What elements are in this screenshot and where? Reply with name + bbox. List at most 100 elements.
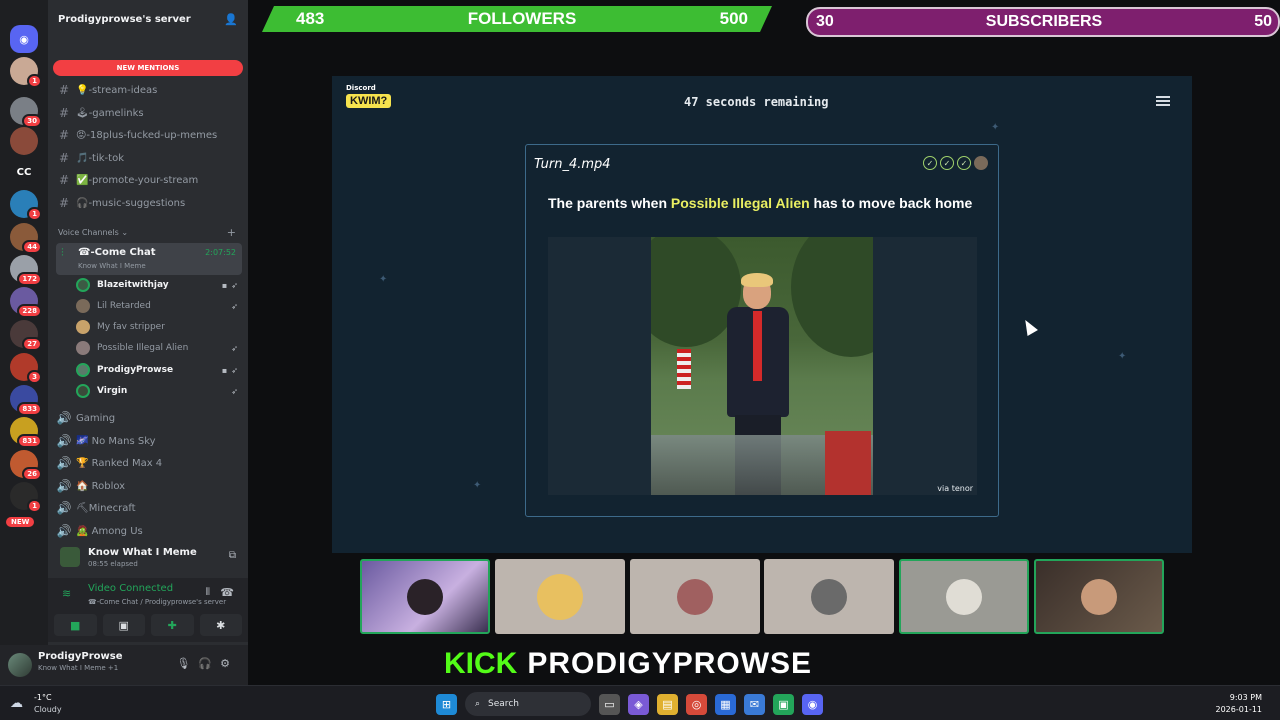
discord-icon[interactable]: ◉ bbox=[802, 693, 823, 715]
unread-badge: 26 bbox=[22, 467, 42, 481]
disconnect-icon[interactable]: ☎ bbox=[220, 586, 234, 599]
server-icon[interactable]: 172 bbox=[10, 255, 42, 286]
activity-panel[interactable]: Know What I Meme 08:55 elapsed ⧉ bbox=[48, 541, 248, 573]
voice-user[interactable]: Blazeitwithjay ▪➶ bbox=[76, 275, 242, 295]
user-controls[interactable]: 🎙🎧⚙ bbox=[176, 657, 238, 670]
participant-video[interactable] bbox=[899, 559, 1029, 634]
channel-label: 🏆 Ranked Max 4 bbox=[76, 457, 163, 469]
category-label: Voice Channels bbox=[58, 228, 119, 237]
noise-icon[interactable]: ⦀ bbox=[206, 587, 210, 598]
channel-music[interactable]: # 🎧-music-suggestions bbox=[56, 193, 242, 213]
voice-channel[interactable]: 🔊 🏠 Roblox bbox=[56, 476, 242, 496]
voice-user[interactable]: My fav stripper bbox=[76, 317, 242, 337]
server-icon[interactable]: 228 bbox=[10, 287, 42, 318]
server-icon[interactable]: 833 bbox=[10, 385, 42, 416]
server-icon[interactable]: 1 bbox=[10, 57, 42, 88]
server-icon[interactable]: 1 bbox=[10, 190, 42, 221]
camera-icon[interactable]: ■ bbox=[54, 614, 97, 636]
meme-card: Turn_4.mp4 ✓ ✓ ✓ The parents when Possib… bbox=[525, 144, 999, 517]
windows-taskbar: ☁ -1°C Cloudy ⊞ ⌕ Search ▭ ◈ ▤ ◎ ▦ ✉ ▣ ◉ … bbox=[0, 685, 1280, 720]
server-icon[interactable]: 30 bbox=[10, 97, 42, 128]
stream-icon: ➶ bbox=[231, 301, 242, 311]
mail-icon[interactable]: ✉ bbox=[744, 693, 765, 715]
hash-icon: # bbox=[58, 151, 70, 165]
copilot-icon[interactable]: ◈ bbox=[628, 693, 649, 715]
subs-goal: 50 bbox=[1254, 13, 1272, 30]
user-name[interactable]: ProdigyProwse bbox=[38, 651, 123, 662]
channel-label: ⛏Minecraft bbox=[76, 502, 136, 514]
meme-caption: The parents when Possible Illegal Alien … bbox=[548, 194, 988, 212]
gif-container: via tenor bbox=[548, 237, 977, 495]
server-icon[interactable]: 3 bbox=[10, 353, 42, 384]
taskbar-search[interactable]: ⌕ Search bbox=[465, 692, 591, 716]
voice-channel-path[interactable]: ☎-Come Chat / Prodigyprowse's server bbox=[88, 598, 226, 606]
voice-user[interactable]: Possible Illegal Alien ➶ bbox=[76, 338, 242, 358]
sparkle-icon: ✦ bbox=[991, 122, 1000, 133]
avatar bbox=[76, 299, 90, 313]
voice-channel-name: ☎-Come Chat bbox=[78, 247, 156, 258]
system-clock[interactable]: 9:03 PM 2026-01-11 bbox=[1216, 692, 1263, 716]
server-icon[interactable] bbox=[10, 127, 38, 155]
soundboard-icon[interactable]: ✱ bbox=[199, 614, 242, 636]
participant-video[interactable] bbox=[360, 559, 490, 634]
invite-icon[interactable]: 👤 bbox=[224, 13, 238, 26]
app-icon[interactable]: ▦ bbox=[715, 693, 736, 715]
hash-icon: # bbox=[58, 196, 70, 210]
participant-video[interactable] bbox=[764, 559, 894, 634]
server-icon[interactable]: 831 bbox=[10, 417, 42, 448]
voice-user-name: Lil Retarded bbox=[97, 301, 151, 311]
channel-label: ✅-promote-your-stream bbox=[76, 174, 199, 186]
new-mentions-pill[interactable]: NEW MENTIONS bbox=[53, 60, 243, 76]
channel-gamelinks[interactable]: # 🕹-gamelinks bbox=[56, 103, 242, 123]
server-icon[interactable]: 1 bbox=[10, 482, 42, 513]
voice-active-icon: ⫶ bbox=[61, 246, 64, 259]
user-avatar[interactable] bbox=[8, 653, 32, 677]
server-icon[interactable]: 26 bbox=[10, 450, 42, 481]
voice-user-name: Possible Illegal Alien bbox=[97, 343, 189, 353]
voice-user[interactable]: ProdigyProwse ▪➶ bbox=[76, 360, 242, 380]
channel-promote[interactable]: # ✅-promote-your-stream bbox=[56, 170, 242, 190]
voice-user[interactable]: Virgin ➶ bbox=[76, 381, 242, 401]
voice-status[interactable]: Video Connected bbox=[88, 583, 173, 594]
participant-video[interactable] bbox=[630, 559, 760, 634]
server-icon[interactable]: 44 bbox=[10, 223, 42, 254]
participant-video[interactable] bbox=[495, 559, 625, 634]
voice-channel[interactable]: 🔊 ⛏Minecraft bbox=[56, 498, 242, 518]
popout-icon[interactable]: ⧉ bbox=[229, 550, 236, 561]
windows-start-icon[interactable]: ⊞ bbox=[436, 693, 457, 715]
chrome-icon[interactable]: ◎ bbox=[686, 693, 707, 715]
discord-home-icon[interactable]: ◉ bbox=[10, 25, 38, 53]
unread-badge: 3 bbox=[27, 370, 42, 384]
voice-channel[interactable]: 🔊 🧟 Among Us bbox=[56, 521, 242, 541]
speaker-icon: 🔊 bbox=[56, 411, 72, 425]
file-name: Turn_4.mp4 bbox=[534, 157, 611, 172]
activity-icon[interactable]: ✚ bbox=[151, 614, 194, 636]
activity-stage: Discord KWIM? 47 seconds remaining ✦ ✦ ✦… bbox=[332, 76, 1192, 553]
screen-share-icon[interactable]: ▣ bbox=[102, 614, 145, 636]
voice-channel-active[interactable]: ⫶ ☎-Come Chat Know What I Meme 2:07:52 bbox=[56, 243, 242, 275]
server-icon-cc[interactable]: CC bbox=[10, 158, 38, 186]
voice-channel[interactable]: 🔊 🏆 Ranked Max 4 bbox=[56, 453, 242, 473]
file-explorer-icon[interactable]: ▤ bbox=[657, 693, 678, 715]
add-channel-icon[interactable]: + bbox=[227, 226, 236, 239]
participant-video[interactable] bbox=[1034, 559, 1164, 634]
channel-tik-tok[interactable]: # 🎵-tik-tok bbox=[56, 148, 242, 168]
menu-icon[interactable] bbox=[1156, 96, 1170, 108]
voice-user[interactable]: Lil Retarded ➶ bbox=[76, 296, 242, 316]
weather-temp: -1°C bbox=[34, 693, 52, 702]
avatar bbox=[76, 341, 90, 355]
voice-category[interactable]: Voice Channels ⌄ bbox=[58, 228, 128, 237]
app-icon[interactable]: ▣ bbox=[773, 693, 794, 715]
channel-memes[interactable]: # 😡-18plus-fucked-up-memes bbox=[56, 125, 242, 145]
unread-badge: 1 bbox=[27, 499, 42, 513]
task-view-icon[interactable]: ▭ bbox=[599, 693, 620, 715]
speaker-icon: 🔊 bbox=[56, 456, 72, 470]
voice-channel[interactable]: 🔊 🌌 No Mans Sky bbox=[56, 431, 242, 451]
voice-channel[interactable]: 🔊 Gaming bbox=[56, 408, 242, 428]
server-icon[interactable]: 27 bbox=[10, 320, 42, 351]
unread-badge: 1 bbox=[27, 207, 42, 221]
screen: ◉ 1 30 CC 1 44 172 228 27 3 833 831 26 1… bbox=[0, 0, 1280, 720]
channel-stream-ideas[interactable]: # 💡-stream-ideas bbox=[56, 80, 242, 100]
speaker-icon: 🔊 bbox=[56, 434, 72, 448]
server-header[interactable]: Prodigyprowse's server 👤 bbox=[48, 0, 248, 38]
